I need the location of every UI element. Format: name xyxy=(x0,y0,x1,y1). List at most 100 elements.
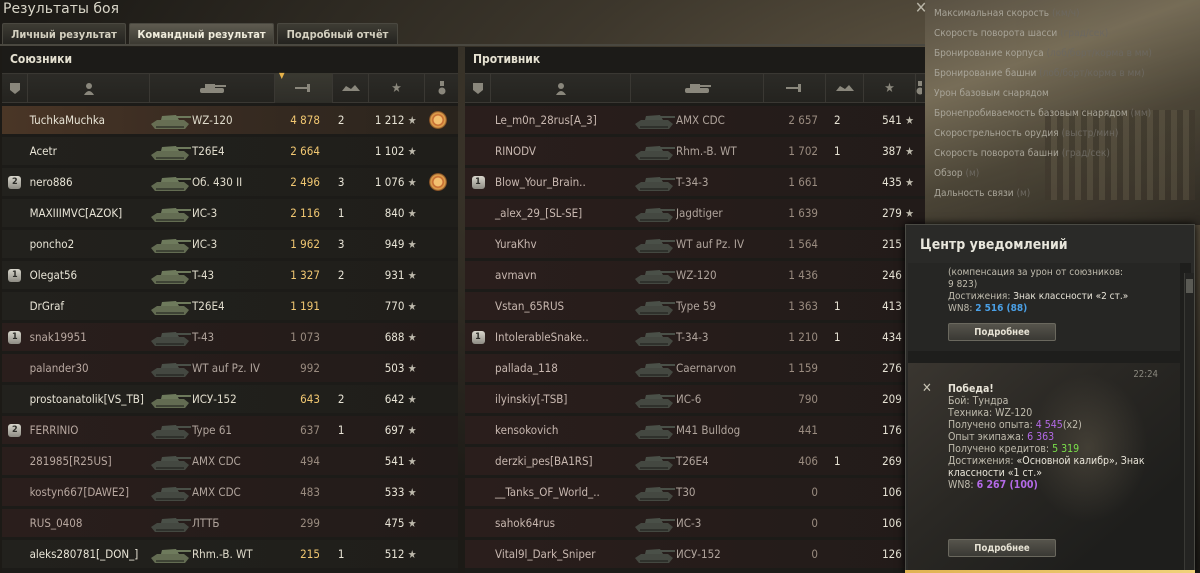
player-row[interactable]: DrGraf T26E4 1 191 770 ★ xyxy=(2,292,458,320)
header-badge-column[interactable] xyxy=(465,73,491,103)
tab-detailed-report[interactable]: Подробный отчёт xyxy=(277,23,398,44)
player-row[interactable]: TuchkaMuchka WZ-120 4 878 2 1 212 ★ xyxy=(2,106,458,134)
player-name[interactable]: 281985[R25US] xyxy=(28,454,148,468)
window-title: Результаты боя xyxy=(3,1,119,17)
medal-icon[interactable] xyxy=(429,173,448,191)
tab-personal-result[interactable]: Личный результат xyxy=(2,23,126,44)
medal-icon[interactable] xyxy=(429,111,448,129)
player-name[interactable]: YuraKhv xyxy=(491,237,631,251)
player-name[interactable]: derzki_pes[BA1RS] xyxy=(491,454,631,468)
player-row[interactable]: Vital9l_Dark_SniperИСУ-1520126 ★ xyxy=(465,540,925,568)
header-damage-column[interactable] xyxy=(764,73,826,103)
vehicle-value: WZ-120 xyxy=(995,407,1033,419)
player-row[interactable]: pallada_118Caernarvon1 159276 ★ xyxy=(465,354,925,382)
player-name[interactable]: Blow_Your_Brain.. xyxy=(491,175,631,189)
player-row[interactable]: Vstan_65RUSType 591 3631413 ★ xyxy=(465,292,925,320)
player-row[interactable]: poncho2 ИС-3 1 962 3 949 ★ xyxy=(2,230,458,258)
player-row[interactable]: kostyn667[DAWE2] AMX CDC 483 533 ★ xyxy=(2,478,458,506)
player-name[interactable]: Vstan_65RUS xyxy=(491,299,631,313)
vehicle-name: WT auf Pz. IV xyxy=(676,237,745,251)
xp-value: 106 xyxy=(882,485,902,499)
star-icon: ★ xyxy=(391,80,402,96)
player-name[interactable]: pallada_118 xyxy=(491,361,631,375)
credits-value: 5 319 xyxy=(1052,443,1080,455)
kills-value: 2 xyxy=(337,113,345,127)
player-row[interactable]: 281985[R25US] AMX CDC 494 541 ★ xyxy=(2,447,458,475)
header-player-column[interactable] xyxy=(491,73,631,103)
details-button[interactable]: Подробнее xyxy=(948,323,1056,341)
header-medal-column[interactable] xyxy=(425,73,458,103)
vehicle-name: WT auf Pz. IV xyxy=(191,361,260,375)
player-row[interactable]: __Tanks_OF_World_..T300106 ★ xyxy=(465,478,925,506)
stat-unit: (км/ч) xyxy=(1051,8,1080,19)
player-row[interactable]: 2 nero886 Об. 430 II 2 496 3 1 076 ★ xyxy=(2,168,458,196)
player-name[interactable]: poncho2 xyxy=(28,237,148,251)
star-icon: ★ xyxy=(407,176,417,189)
player-row[interactable]: Le_m0n_28rus[A_3] AMX CDC 2 657 2 541 ★ xyxy=(465,106,925,134)
player-name[interactable]: nero886 xyxy=(28,175,148,189)
header-player-column[interactable] xyxy=(28,73,150,103)
player-row[interactable]: 1 snak19951 T-43 1 073 688 ★ xyxy=(2,323,458,351)
player-name[interactable]: avmavn xyxy=(491,268,631,282)
player-name[interactable]: kostyn667[DAWE2] xyxy=(28,485,148,499)
player-name[interactable]: ilyinskiy[-TSB] xyxy=(491,392,631,406)
player-name[interactable]: kensokovich xyxy=(491,423,631,437)
tab-team-result[interactable]: Командный результат xyxy=(129,23,274,44)
player-row[interactable]: avmavnWZ-1201 436246 ★ xyxy=(465,261,925,289)
player-name[interactable]: palander30 xyxy=(28,361,148,375)
header-vehicle-column[interactable] xyxy=(631,73,764,103)
player-name[interactable]: prostoanatolik[VS_TB] xyxy=(28,392,148,406)
player-row[interactable]: ilyinskiy[-TSB]ИС-6790209 ★ xyxy=(465,385,925,413)
player-row[interactable]: palander30 WT auf Pz. IV 992 503 ★ xyxy=(2,354,458,382)
header-xp-column[interactable]: ★ xyxy=(864,73,916,103)
header-xp-column[interactable]: ★ xyxy=(369,73,425,103)
scrollbar-thumb[interactable] xyxy=(1186,279,1193,293)
vehicle-stat-label: Скорострельность орудия (выстр/мин) xyxy=(934,125,1200,145)
details-button[interactable]: Подробнее xyxy=(948,539,1056,557)
notification-scrollbar[interactable] xyxy=(1184,273,1194,571)
player-name[interactable]: snak19951 xyxy=(28,330,148,344)
player-row[interactable]: RINODV Rhm.-B. WT 1 702 1 387 ★ xyxy=(465,137,925,165)
player-name[interactable]: Acetr xyxy=(28,144,148,158)
player-row[interactable]: RUS_0408 ЛТТБ 299 475 ★ xyxy=(2,509,458,537)
player-name[interactable]: IntolerableSnake.. xyxy=(491,330,631,344)
player-name[interactable]: aleks280781[_DON_] xyxy=(28,547,148,561)
player-name[interactable]: TuchkaMuchka xyxy=(28,113,148,127)
player-name[interactable]: FERRINIO xyxy=(28,423,148,437)
player-name[interactable]: Le_m0n_28rus[A_3] xyxy=(491,113,631,127)
player-row[interactable]: YuraKhvWT auf Pz. IV1 564215 ★ xyxy=(465,230,925,258)
player-row[interactable]: kensokovichM41 Bulldog441176 ★ xyxy=(465,416,925,444)
player-name[interactable]: Vital9l_Dark_Sniper xyxy=(491,547,631,561)
player-name[interactable]: __Tanks_OF_World_.. xyxy=(491,485,631,499)
player-row[interactable]: _alex_29_[SL-SE] Jagdtiger 1 639 279 ★ xyxy=(465,199,925,227)
player-row[interactable]: MAXIIIMVC[AZOK] ИС-3 2 116 1 840 ★ xyxy=(2,199,458,227)
header-vehicle-column[interactable] xyxy=(150,73,275,103)
achievements-line: Достижения: Знак классности «2 ст.» xyxy=(948,291,1180,303)
destroyed-tank-icon xyxy=(835,85,854,91)
header-kills-column[interactable] xyxy=(333,73,369,103)
player-name[interactable]: MAXIIIMVC[AZOK] xyxy=(28,206,148,220)
player-row[interactable]: sahok64rusИС-30106 ★ xyxy=(465,509,925,537)
header-kills-column[interactable] xyxy=(826,73,864,103)
player-name[interactable]: _alex_29_[SL-SE] xyxy=(491,206,631,220)
player-row[interactable]: 1 Olegat56 T-43 1 327 2 931 ★ xyxy=(2,261,458,289)
player-name[interactable]: sahok64rus xyxy=(491,516,631,530)
player-row[interactable]: prostoanatolik[VS_TB] ИСУ-152 643 2 642 ★ xyxy=(2,385,458,413)
player-row[interactable]: aleks280781[_DON_] Rhm.-B. WT 215 1 512 ★ xyxy=(2,540,458,568)
header-damage-column[interactable]: ▼ xyxy=(275,71,333,103)
player-name[interactable]: RINODV xyxy=(491,144,631,158)
xp-cell: 642 ★ xyxy=(364,392,419,406)
star-icon: ★ xyxy=(407,548,417,561)
player-row[interactable]: 1IntolerableSnake..T-34-31 2101434 ★ xyxy=(465,323,925,351)
player-row[interactable]: derzki_pes[BA1RS]T26E44061269 ★ xyxy=(465,447,925,475)
player-row[interactable]: Acetr T26E4 2 664 1 102 ★ xyxy=(2,137,458,165)
player-row[interactable]: 1 Blow_Your_Brain.. T-34-3 1 661 435 ★ xyxy=(465,168,925,196)
close-icon[interactable]: ✕ xyxy=(912,0,930,18)
header-badge-column[interactable] xyxy=(2,73,28,103)
player-name[interactable]: RUS_0408 xyxy=(28,516,148,530)
player-row[interactable]: 2 FERRINIO Type 61 637 1 697 ★ xyxy=(2,416,458,444)
player-name[interactable]: DrGraf xyxy=(28,299,148,313)
damage-value: 1 436 xyxy=(788,268,818,282)
header-medal-column[interactable] xyxy=(916,73,922,103)
player-name[interactable]: Olegat56 xyxy=(28,268,148,282)
